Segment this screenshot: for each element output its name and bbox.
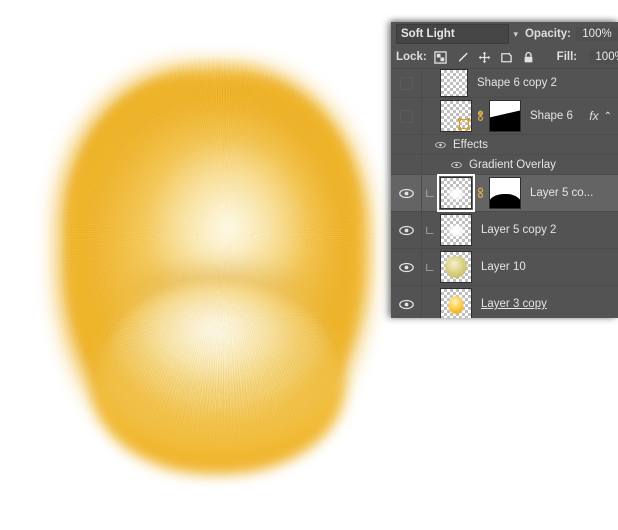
blend-opacity-row: Soft Light ▾ Opacity: 100% [391, 22, 618, 46]
thumbnail-group[interactable] [437, 174, 521, 212]
fill-value[interactable]: 100% [589, 50, 618, 64]
transparency-lock-icon[interactable] [433, 50, 447, 64]
layer-name[interactable]: Layer 3 copy [481, 298, 547, 310]
layer-thumbnail[interactable] [440, 69, 468, 97]
thumbnail-group[interactable] [438, 69, 468, 97]
layer-effects-indicator[interactable]: fx ⌃ [589, 109, 618, 123]
visibility-cell[interactable] [391, 212, 422, 248]
move-lock-icon[interactable] [478, 51, 491, 64]
layer-name[interactable]: Shape 6 copy 2 [477, 77, 557, 89]
link-mask-icon[interactable] [476, 186, 485, 200]
fill-group: Fill: 100% [557, 50, 618, 64]
eye-icon[interactable] [398, 262, 414, 273]
effect-label[interactable]: Gradient Overlay [469, 159, 556, 171]
layer-name[interactable]: Layer 10 [481, 261, 526, 273]
visibility-cell[interactable] [391, 249, 422, 285]
eye-icon[interactable] [451, 161, 462, 169]
eye-hidden-icon[interactable] [399, 76, 413, 90]
clipping-mask-icon: ∟ [424, 260, 436, 274]
layer-row-layer-5-copy[interactable]: ∟ Layer 5 co... [391, 174, 618, 212]
effect-row-gradient-overlay[interactable]: Gradient Overlay [391, 155, 618, 175]
eye-icon[interactable] [435, 141, 446, 149]
vector-shape-badge-icon [458, 118, 470, 130]
effects-label[interactable]: Effects [453, 139, 488, 151]
layer-mask-thumbnail[interactable] [489, 177, 521, 209]
artboard-lock-icon[interactable] [500, 51, 513, 64]
furry-blob-artwork [50, 48, 380, 488]
layer-thumbnail[interactable] [440, 251, 472, 283]
thumbnail-group[interactable] [438, 251, 472, 283]
layer-row-layer-5-copy-2[interactable]: ∟ Layer 5 copy 2 [391, 212, 618, 249]
layers-panel: Soft Light ▾ Opacity: 100% Lock: Fill: 1… [391, 22, 618, 318]
fill-caption: Fill: [556, 51, 578, 63]
thumbnail-group[interactable] [438, 214, 472, 246]
effects-group-row[interactable]: Effects [391, 135, 618, 155]
thumbnail-content [448, 295, 464, 314]
lock-row: Lock: Fill: 100% [391, 46, 618, 69]
lock-all-icon[interactable] [522, 51, 535, 64]
lock-caption: Lock: [396, 51, 427, 63]
link-mask-icon[interactable] [476, 109, 485, 123]
vector-mask-thumbnail[interactable] [489, 100, 521, 132]
visibility-cell[interactable] [391, 286, 422, 318]
opacity-value[interactable]: 100% [576, 27, 618, 41]
brush-lock-icon[interactable] [456, 51, 469, 64]
clipping-mask-icon: ∟ [424, 186, 436, 200]
layer-thumbnail[interactable] [440, 214, 472, 246]
visibility-cell[interactable] [391, 69, 422, 97]
thumbnail-content [448, 188, 464, 200]
eye-icon[interactable] [398, 299, 414, 310]
layer-name[interactable]: Layer 5 copy 2 [481, 224, 556, 236]
thumbnail-content [445, 256, 467, 278]
layer-row-layer-3-copy[interactable]: Layer 3 copy [391, 286, 618, 318]
chevron-up-icon[interactable]: ⌃ [604, 111, 612, 122]
lock-icon-group [433, 50, 535, 64]
blend-mode-select[interactable]: Soft Light [396, 24, 510, 44]
layer-row-shape-6-copy-2[interactable]: Shape 6 copy 2 [391, 69, 618, 98]
eye-hidden-icon[interactable] [399, 109, 413, 123]
fur-edge-fuzz [50, 58, 376, 476]
clipping-mask-icon: ∟ [424, 223, 436, 237]
layer-name[interactable]: Layer 5 co... [530, 187, 593, 199]
thumbnail-content [448, 225, 464, 237]
visibility-cell [391, 135, 422, 154]
blend-mode-label: Soft Light [401, 28, 455, 40]
thumbnail-group[interactable] [438, 288, 472, 318]
visibility-cell[interactable] [391, 98, 422, 134]
opacity-caption: Opacity: [524, 28, 571, 40]
chevron-down-icon[interactable]: ▾ [513, 29, 518, 40]
layer-name[interactable]: Shape 6 [530, 110, 573, 122]
eye-icon[interactable] [398, 225, 414, 236]
layer-row-layer-10[interactable]: ∟ Layer 10 [391, 249, 618, 286]
layer-thumbnail[interactable] [437, 174, 475, 212]
opacity-group: Opacity: 100% [525, 27, 618, 41]
visibility-cell[interactable] [391, 175, 422, 211]
thumbnail-group[interactable] [438, 100, 521, 132]
layer-row-shape-6[interactable]: Shape 6 fx ⌃ [391, 98, 618, 135]
eye-icon[interactable] [398, 188, 414, 199]
layer-thumbnail[interactable] [440, 100, 472, 132]
fx-icon[interactable]: fx [589, 109, 598, 123]
layer-thumbnail[interactable] [440, 288, 472, 318]
visibility-cell [391, 155, 422, 174]
